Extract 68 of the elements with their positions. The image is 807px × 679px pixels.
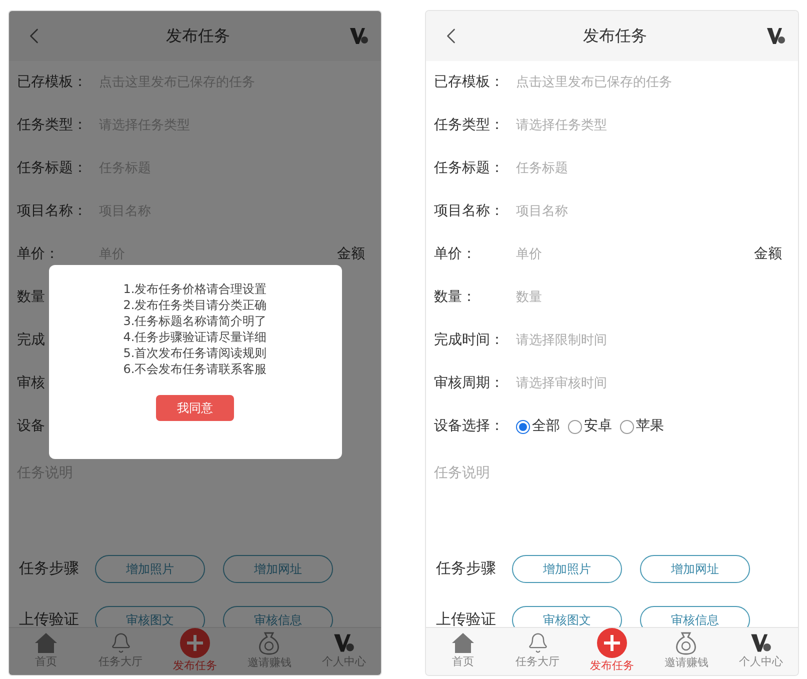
field-label: 审核 [17, 374, 46, 393]
input-field[interactable]: 请选择审核时间 [516, 374, 790, 394]
step-label: 上传验证 [19, 609, 80, 627]
field-label: 项目名称： [17, 202, 88, 221]
bell-icon [526, 632, 549, 654]
nav-item[interactable]: 邀请赚钱 [649, 628, 724, 675]
input-field[interactable]: 项目名称 [516, 202, 790, 222]
add-button[interactable]: 增加照片 [512, 554, 622, 582]
step-label: 上传验证 [436, 609, 497, 627]
add-button[interactable]: 增加网址 [223, 554, 333, 582]
home-icon [451, 632, 476, 654]
notice-line: 4.任务步骤验证请尽量详细 [123, 329, 267, 345]
page-title: 发布任务 [166, 25, 230, 47]
notice-line: 5.首次发布任务请阅读规则 [123, 345, 267, 361]
field-label: 完成 [17, 331, 46, 350]
radio-button[interactable] [620, 420, 634, 434]
vip-logo-icon [349, 26, 369, 46]
vip-logo-icon [766, 26, 786, 46]
field-label: 已存模板： [434, 73, 505, 92]
field-label: 数量 [17, 288, 46, 307]
notice-line: 2.发布任务类目请分类正确 [123, 297, 267, 313]
field-label: 设备选择： [434, 417, 505, 436]
bell-icon [110, 632, 132, 654]
add-button[interactable]: 增加网址 [640, 554, 750, 582]
field-label: 完成时间： [434, 331, 505, 350]
money-bag-icon [258, 631, 280, 656]
vip-logo-icon [332, 632, 355, 654]
money-bag-icon [675, 631, 698, 656]
step-label: 任务步骤 [436, 558, 497, 580]
input-field[interactable]: 请选择限制时间 [516, 330, 790, 350]
radio-button[interactable] [516, 420, 530, 434]
field-label: 任务类型： [17, 116, 88, 135]
field-label: 单价： [434, 245, 477, 264]
field-label: 已存模板： [17, 73, 88, 92]
input-field[interactable]: 点击这里发布已保存的任务 [516, 72, 790, 92]
vip-logo-icon [750, 632, 772, 654]
field-label: 单价： [17, 245, 60, 264]
field-label: 任务标题： [17, 159, 88, 178]
description-field[interactable]: 任务说明 [434, 465, 490, 481]
field-label: 任务类型： [434, 116, 505, 135]
notice-line: 1.发布任务价格请合理设置 [123, 281, 267, 297]
field-label: 项目名称： [434, 202, 505, 221]
input-field[interactable]: 单价 [516, 244, 754, 264]
radio-option[interactable]: 全部 [516, 416, 560, 437]
field-label: 任务标题： [434, 159, 505, 178]
field-label: 设备 [17, 417, 46, 436]
nav-item[interactable]: 首页 [426, 628, 500, 675]
radio-option[interactable]: 安卓 [568, 416, 612, 437]
radio-option[interactable]: 苹果 [620, 416, 664, 437]
nav-item[interactable]: 个人中心 [724, 628, 798, 675]
amount-label: 金额 [754, 245, 783, 264]
home-icon [34, 632, 58, 654]
field-label: 数量： [434, 288, 477, 307]
input-field[interactable]: 请选择任务类型 [516, 116, 790, 136]
amount-label: 金额 [337, 245, 366, 264]
nav-item[interactable]: 发布任务 [158, 628, 232, 675]
agree-button[interactable]: 我同意 [156, 395, 234, 421]
notice-line: 6.不会发布任务请联系客服 [123, 361, 267, 377]
add-button[interactable]: 增加照片 [95, 554, 205, 582]
input-field[interactable]: 任务标题 [516, 158, 790, 178]
step-label: 任务步骤 [19, 558, 80, 580]
page-title: 发布任务 [583, 25, 647, 47]
field-label: 审核周期： [434, 374, 505, 393]
notice-line: 3.任务标题名称请简介明了 [123, 313, 267, 329]
nav-item[interactable]: 发布任务 [574, 628, 650, 675]
input-field[interactable]: 数量 [516, 288, 790, 308]
radio-button[interactable] [568, 420, 582, 434]
nav-item[interactable]: 任务大厅 [500, 628, 575, 675]
